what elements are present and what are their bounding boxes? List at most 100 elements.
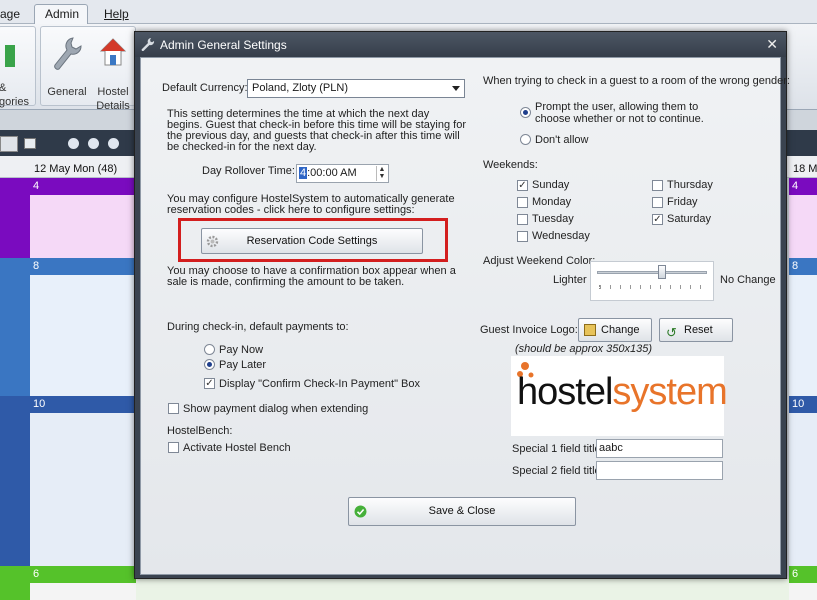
room-column: [0, 178, 30, 600]
pay-later-label: Pay Later: [219, 359, 267, 371]
menu-item-page[interactable]: age: [0, 7, 20, 21]
special1-input[interactable]: aabc: [596, 439, 723, 458]
default-currency-label: Default Currency:: [162, 82, 248, 94]
no-change-label: No Change: [720, 274, 776, 286]
band-blue-right: 8: [789, 258, 817, 275]
room-group-purple: [0, 178, 30, 258]
default-currency-select[interactable]: Poland, Zloty (PLN): [247, 79, 465, 98]
dialog-titlebar[interactable]: Admin General Settings ✕: [135, 32, 786, 57]
prompt-user-radio[interactable]: [520, 107, 531, 118]
first-page-icon[interactable]: [68, 138, 79, 149]
calendar-dropdown[interactable]: [0, 136, 18, 152]
reservation-button-label: Reservation Code Settings: [246, 235, 378, 247]
friday-checkbox[interactable]: [652, 197, 663, 208]
purple-rows-right: [789, 195, 817, 258]
tuesday-checkbox[interactable]: [517, 214, 528, 225]
calendar-bottom-strip: [136, 578, 789, 600]
logo-hint: (should be approx 350x135): [515, 343, 652, 355]
slider-track: [597, 271, 707, 274]
prompt-user-label-2: choose whether or not to continue.: [535, 113, 704, 125]
ribbon-label-details: Details: [96, 100, 130, 112]
reset-button-label: Reset: [684, 324, 713, 336]
band-purple: 4: [30, 178, 136, 195]
close-icon[interactable]: ✕: [766, 36, 778, 53]
wednesday-checkbox[interactable]: [517, 231, 528, 242]
logo-wordmark: hostelsystem: [517, 370, 728, 414]
navy-rows: [30, 413, 136, 566]
activate-hostel-bench-label: Activate Hostel Bench: [183, 442, 291, 454]
reset-logo-button[interactable]: ↺ Reset: [659, 318, 733, 342]
thursday-label: Thursday: [667, 179, 713, 191]
checkin-payments-label: During check-in, default payments to:: [167, 321, 349, 333]
save-close-button[interactable]: Save & Close: [348, 497, 576, 526]
prev-page-icon[interactable]: [88, 138, 99, 149]
save-close-label: Save & Close: [428, 505, 496, 517]
chevron-down-icon: [452, 86, 460, 91]
ribbon-label-hostel: Hostel: [97, 86, 129, 98]
menu-item-help[interactable]: Help: [104, 7, 129, 21]
categories-icon: [5, 45, 15, 67]
wrench-icon: [141, 38, 155, 51]
slider-thumb[interactable]: [658, 265, 667, 279]
wednesday-label: Wednesday: [532, 230, 590, 242]
prompt-user-label-1: Prompt the user, allowing them to: [535, 101, 699, 113]
menu-item-admin[interactable]: Admin: [45, 7, 79, 21]
purple-rows: [30, 195, 136, 258]
lighter-label: Lighter: [553, 274, 587, 286]
dont-allow-label: Don't allow: [535, 134, 589, 146]
day-rollover-input[interactable]: 4:00:00 AM ▲ ▼: [296, 164, 389, 183]
day-rollover-hour: 4: [299, 167, 308, 179]
friday-label: Friday: [667, 196, 698, 208]
ribbon-group-categories[interactable]: & gories: [0, 26, 36, 108]
pay-later-radio[interactable]: [204, 359, 215, 370]
reservation-code-settings-button[interactable]: Reservation Code Settings: [201, 228, 423, 254]
band-navy-right: 10: [789, 396, 817, 413]
room-group-blue: [0, 258, 30, 396]
thursday-checkbox[interactable]: [652, 180, 663, 191]
day-rollover-label: Day Rollover Time:: [202, 165, 295, 177]
show-payment-dialog-checkbox[interactable]: [168, 403, 179, 414]
saturday-checkbox[interactable]: ✓: [652, 214, 663, 225]
band-green-right: 6: [789, 566, 817, 583]
change-logo-button[interactable]: Change: [578, 318, 652, 342]
calendar-grid-icon[interactable]: [24, 138, 36, 149]
ribbon-button-general[interactable]: General: [47, 31, 87, 103]
gender-label: When trying to check in a guest to a roo…: [483, 75, 790, 87]
pay-now-radio[interactable]: [204, 344, 215, 355]
sunday-checkbox[interactable]: ✓: [517, 180, 528, 191]
weekends-label: Weekends:: [483, 159, 538, 171]
change-button-label: Change: [601, 324, 640, 336]
spinner-icon[interactable]: ▲ ▼: [376, 166, 387, 181]
calendar-grid-left[interactable]: 4 8 10 6: [30, 178, 136, 600]
logo-text-hostel: hostel: [517, 371, 613, 413]
band-purple-right: 4: [789, 178, 817, 195]
room-group-navy: [0, 396, 30, 566]
blue-rows: [30, 275, 136, 396]
dialog-content: Default Currency: Poland, Zloty (PLN) Th…: [140, 57, 790, 575]
calendar-grid-right[interactable]: 4 8 10 6: [789, 178, 817, 600]
room-group-green: [0, 566, 30, 600]
sunday-label: Sunday: [532, 179, 570, 191]
menu-bar: age Admin Help: [0, 0, 817, 25]
band-green: 6: [30, 566, 136, 583]
ribbon-label-categories-1: &: [0, 81, 6, 95]
adjust-weekend-color-label: Adjust Weekend Color:: [483, 255, 596, 267]
ribbon-label-general: General: [47, 86, 87, 98]
special2-input[interactable]: [596, 461, 723, 480]
next-page-icon[interactable]: [108, 138, 119, 149]
blue-rows-right: [789, 275, 817, 396]
display-confirm-checkbox[interactable]: ✓: [204, 378, 215, 389]
activate-hostel-bench-checkbox[interactable]: [168, 442, 179, 453]
edit-icon: [584, 324, 596, 336]
show-payment-dialog-label: Show payment dialog when extending: [183, 403, 369, 415]
monday-checkbox[interactable]: [517, 197, 528, 208]
pay-now-label: Pay Now: [219, 344, 264, 356]
ribbon-button-hostel-details[interactable]: Hostel Details: [93, 31, 133, 112]
weekend-color-slider[interactable]: [590, 261, 714, 301]
slider-ticks: [599, 285, 707, 289]
logo-text-system: system: [612, 371, 727, 413]
navy-rows-right: [789, 413, 817, 566]
tuesday-label: Tuesday: [532, 213, 574, 225]
dialog-title: Admin General Settings: [160, 38, 287, 52]
dont-allow-radio[interactable]: [520, 134, 531, 145]
